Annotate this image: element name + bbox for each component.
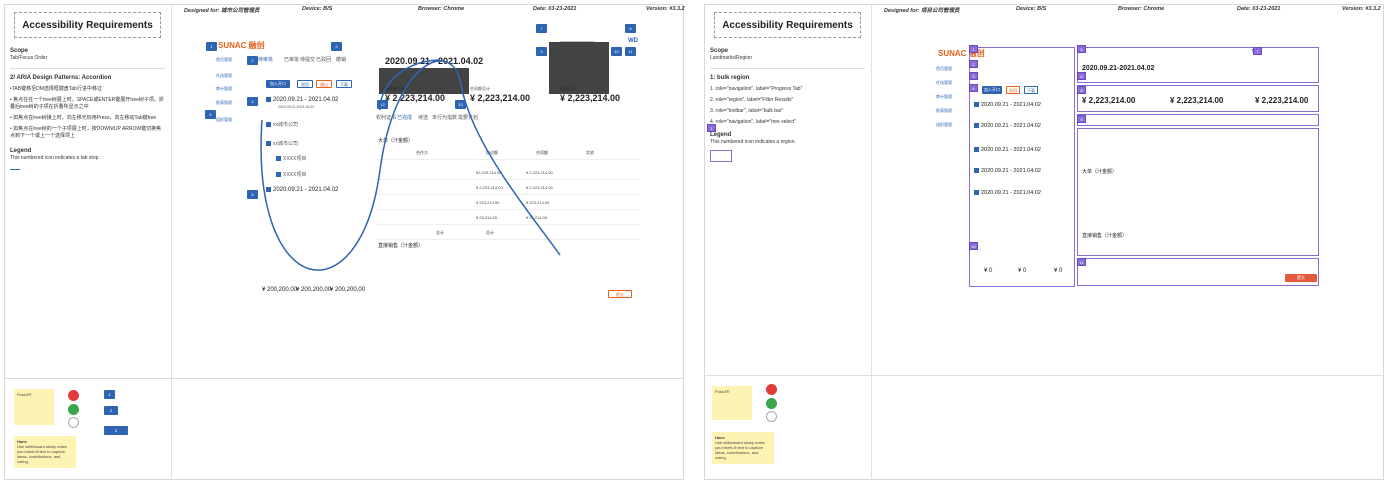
- red-dot-icon: [766, 384, 777, 395]
- legend-marker: 1: [707, 124, 716, 132]
- region-marker: 7: [1253, 47, 1262, 55]
- region-tree: [969, 47, 1075, 287]
- nav-item-3[interactable]: 报表管理: [936, 108, 952, 114]
- tab-stop-marker: 1: [104, 390, 115, 399]
- legend-text: This numbered icon indicates a region.: [710, 139, 796, 145]
- version: Version: #3.3.2: [1342, 6, 1381, 12]
- role-3: 3. role="toolbar", label="bulk bar": [710, 108, 784, 114]
- browser: Browser: Chrome: [1118, 6, 1165, 12]
- region-table: [1077, 128, 1319, 256]
- region-summary: [1077, 85, 1319, 112]
- scope-value: Landmarks/Region: [710, 55, 752, 61]
- region-marker: 3: [969, 72, 978, 80]
- red-dot-icon: [68, 390, 79, 401]
- tab-stop-marker: 2: [104, 406, 118, 415]
- empty-dot-icon: [68, 417, 79, 428]
- legend-heading: Legend: [710, 132, 732, 138]
- region-header: [1077, 47, 1319, 83]
- green-dot-icon: [68, 404, 79, 415]
- hans-note: Hans Use whiteboard sticky notes you inse…: [14, 436, 76, 468]
- region-marker: 5: [1077, 45, 1086, 53]
- region-marker: 10: [969, 242, 978, 250]
- device: Device: B/S: [1016, 6, 1047, 12]
- post-it-note[interactable]: Post-it®: [712, 386, 752, 420]
- empty-dot-icon: [766, 411, 777, 422]
- region-marker: 1: [969, 45, 978, 53]
- region-marker: 4: [969, 84, 978, 92]
- nav-item-2[interactable]: 审计管理: [936, 94, 952, 100]
- date: Date: 03-23-2021: [1237, 6, 1281, 12]
- designed-for: Designed for: 项目公司管理员: [884, 8, 960, 14]
- role-1: 1. role="navigation", label="Progress Ta…: [710, 86, 803, 92]
- post-it-note[interactable]: Post-it®: [14, 389, 54, 425]
- role-4: 4. role="navigation", label="tree select…: [710, 119, 797, 125]
- nav-item-4[interactable]: 组织管理: [936, 122, 952, 128]
- tab-stop-marker: 3: [104, 426, 128, 435]
- region-marker: 11: [1077, 258, 1086, 266]
- region-heading: 1: bulk region: [710, 75, 750, 81]
- nav-item-0[interactable]: 首页管理: [936, 66, 952, 72]
- region-tabs: [1077, 114, 1319, 126]
- green-dot-icon: [766, 398, 777, 409]
- role-2: 2. role="region", label="Filter Results": [710, 97, 794, 103]
- legend-region-icon: [710, 150, 732, 162]
- region-footer: [1077, 258, 1319, 286]
- nav-item-1[interactable]: 任选管理: [936, 80, 952, 86]
- hans-note: Hans Use whiteboard sticky notes you inse…: [712, 432, 774, 464]
- region-marker: 9: [1077, 115, 1086, 123]
- region-marker: 2: [969, 60, 978, 68]
- region-marker: 8: [1077, 86, 1086, 94]
- region-marker: 6: [1077, 72, 1086, 80]
- scope-heading: Scope: [710, 48, 729, 54]
- panel-title: Accessibility Requirements: [714, 12, 861, 38]
